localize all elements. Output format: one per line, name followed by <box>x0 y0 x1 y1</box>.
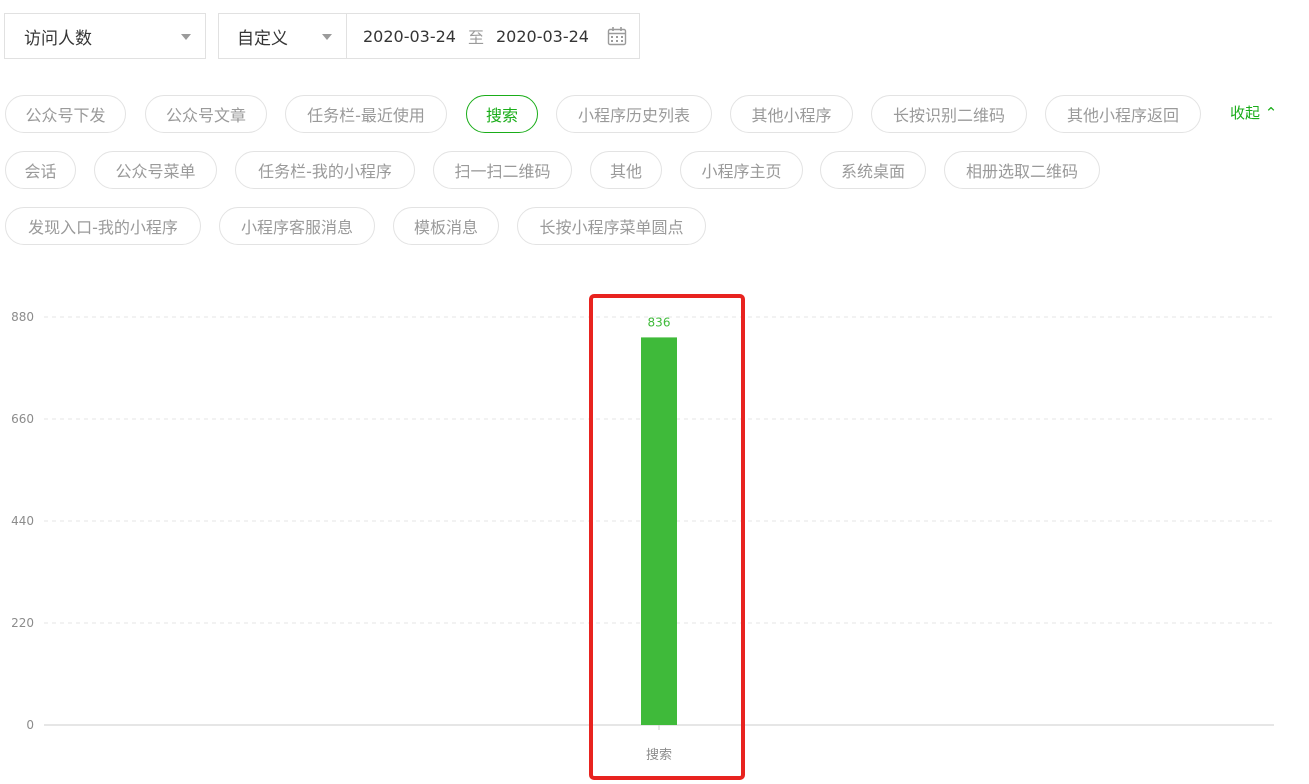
calendar-icon[interactable] <box>607 26 627 46</box>
source-tag[interactable]: 会话 <box>5 151 76 189</box>
end-date: 2020-03-24 <box>496 26 589 46</box>
bar <box>641 337 677 725</box>
date-range-group: 自定义 2020-03-24 至 2020-03-24 <box>218 13 640 59</box>
source-tag[interactable]: 小程序主页 <box>680 151 803 189</box>
metric-select-value: 访问人数 <box>24 28 92 49</box>
metric-select[interactable]: 访问人数 <box>4 13 206 59</box>
collapse-link[interactable]: 收起 ⌃ <box>1230 102 1277 123</box>
source-tag[interactable]: 系统桌面 <box>820 151 926 189</box>
y-tick-label: 220 <box>11 616 34 630</box>
y-tick-label: 440 <box>11 514 34 528</box>
y-tick-label: 660 <box>11 412 34 426</box>
source-tag[interactable]: 小程序历史列表 <box>556 95 712 133</box>
source-tag[interactable]: 其他小程序 <box>730 95 853 133</box>
source-tag[interactable]: 长按小程序菜单圆点 <box>517 207 706 245</box>
chevron-down-icon <box>181 34 191 40</box>
source-tag[interactable]: 公众号文章 <box>145 95 267 133</box>
chevron-down-icon <box>322 34 332 40</box>
bar-value-label: 836 <box>648 315 671 329</box>
start-date: 2020-03-24 <box>363 26 456 46</box>
range-type-value: 自定义 <box>237 28 288 49</box>
range-type-select[interactable]: 自定义 <box>219 14 347 58</box>
source-tag[interactable]: 扫一扫二维码 <box>433 151 572 189</box>
y-tick-label: 0 <box>26 718 34 732</box>
source-tag[interactable]: 小程序客服消息 <box>219 207 375 245</box>
y-tick-label: 880 <box>11 310 34 324</box>
date-separator: 至 <box>467 28 484 47</box>
source-tag[interactable]: 模板消息 <box>393 207 499 245</box>
collapse-label: 收起 <box>1230 104 1261 122</box>
source-tag[interactable]: 发现入口-我的小程序 <box>5 207 201 245</box>
source-tag[interactable]: 公众号菜单 <box>94 151 217 189</box>
source-tag[interactable]: 长按识别二维码 <box>871 95 1027 133</box>
source-tag[interactable]: 搜索 <box>466 95 538 133</box>
x-tick-label: 搜索 <box>646 748 672 763</box>
source-tag[interactable]: 任务栏-最近使用 <box>285 95 447 133</box>
source-tag[interactable]: 任务栏-我的小程序 <box>235 151 415 189</box>
bar-chart: 0 220 440 660 880 836 搜索 <box>11 294 1274 780</box>
source-tag[interactable]: 其他小程序返回 <box>1045 95 1201 133</box>
date-range-picker[interactable]: 2020-03-24 至 2020-03-24 <box>347 14 589 58</box>
chevron-up-double-icon: ⌃ <box>1264 104 1278 122</box>
source-tag[interactable]: 相册选取二维码 <box>944 151 1100 189</box>
source-tag[interactable]: 其他 <box>590 151 662 189</box>
source-tag[interactable]: 公众号下发 <box>5 95 126 133</box>
